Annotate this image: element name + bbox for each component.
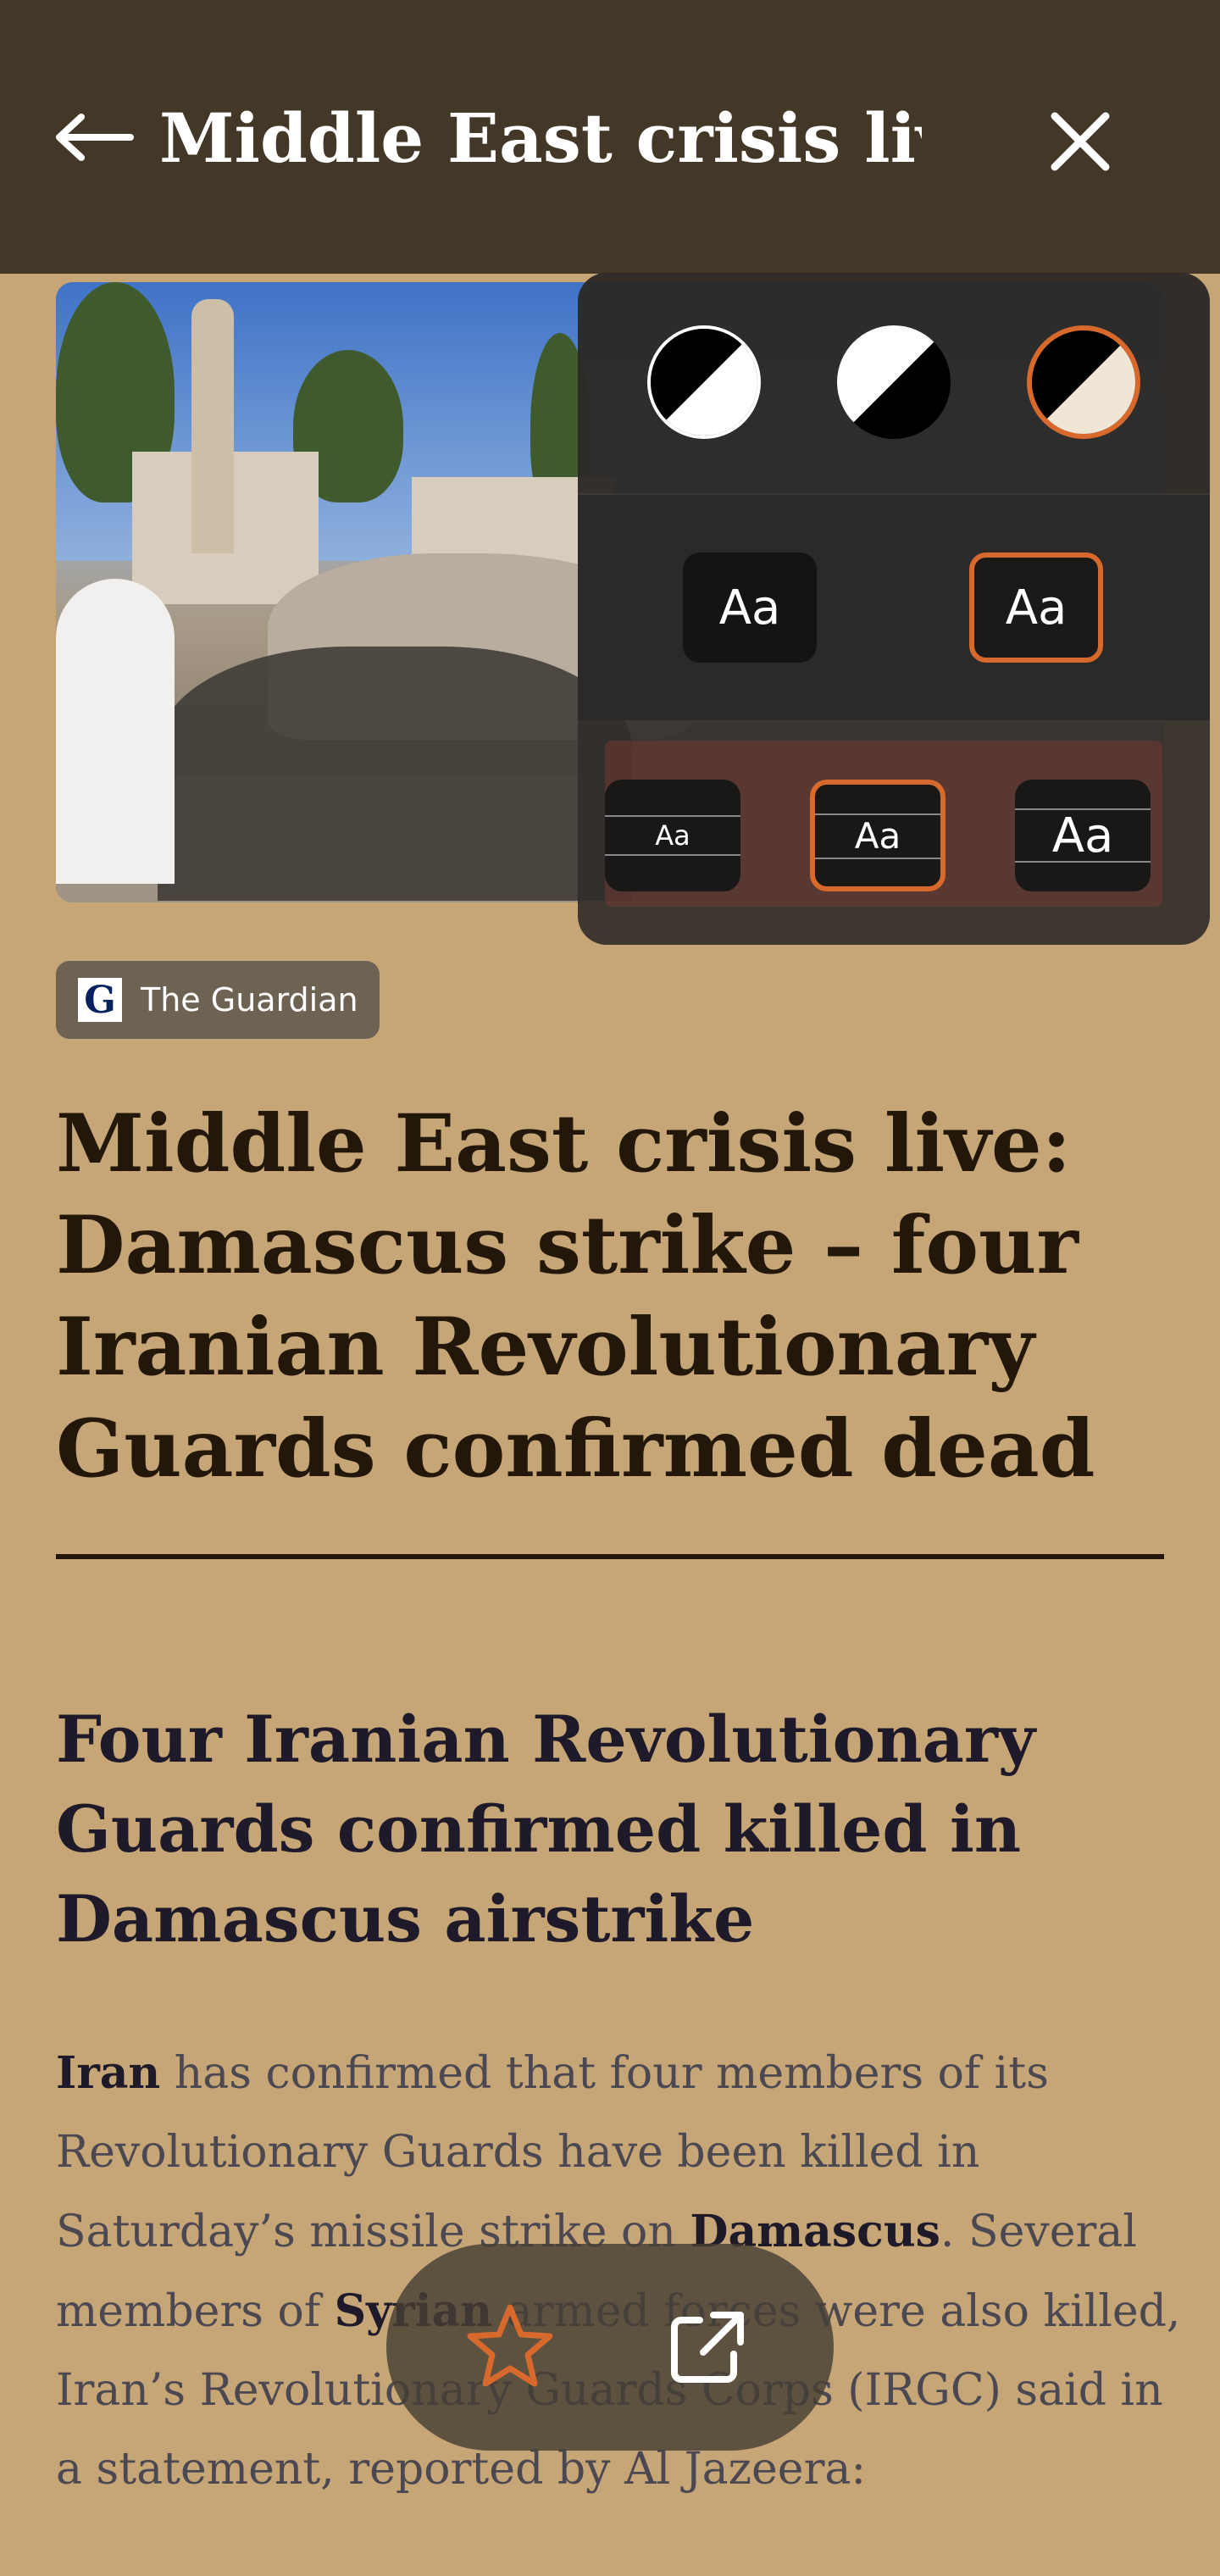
text-size-small-label: Aa [655, 819, 690, 852]
text-size-medium-label: Aa [854, 814, 901, 857]
text-size-large-label: Aa [1051, 808, 1114, 863]
font-option-1[interactable]: Aa [683, 552, 817, 663]
theme-selector [578, 273, 1210, 493]
star-outline-icon [467, 2304, 553, 2387]
close-button[interactable] [1042, 103, 1118, 180]
source-badge[interactable]: G The Guardian [56, 961, 380, 1039]
text-size-medium[interactable]: Aa [810, 780, 946, 891]
headline-divider [56, 1554, 1164, 1559]
top-app-bar: Middle East crisis liv... [0, 0, 1220, 274]
favorite-button[interactable] [459, 2296, 561, 2398]
guardian-logo-icon: G [78, 978, 122, 1022]
page-title: Middle East crisis liv... [159, 98, 922, 178]
open-external-button[interactable] [656, 2296, 757, 2398]
theme-dark-button[interactable] [647, 325, 761, 439]
article-headline: Middle East crisis live: Damascus strike… [56, 1097, 1095, 1496]
font-option-2[interactable]: Aa [969, 552, 1103, 663]
back-button[interactable] [53, 103, 137, 171]
text-size-selector: Aa Aa Aa [605, 741, 1162, 907]
theme-sepia-icon [1032, 330, 1135, 434]
text-size-large[interactable]: Aa [1015, 780, 1151, 891]
link-iran[interactable]: Iran [56, 2047, 160, 2099]
theme-light-icon [837, 325, 951, 439]
source-name: The Guardian [141, 981, 358, 1019]
theme-dark-icon [651, 329, 757, 436]
theme-sepia-button[interactable] [1027, 325, 1140, 439]
arrow-left-icon [56, 114, 134, 161]
close-icon [1051, 112, 1110, 171]
text-size-small[interactable]: Aa [605, 780, 740, 891]
floating-action-bar [386, 2244, 834, 2451]
article-subheading: Four Iranian Revolutionary Guards confir… [56, 1702, 1036, 1957]
open-external-icon [671, 2312, 744, 2383]
font-selector: Aa Aa [578, 495, 1210, 720]
reader-settings-panel: Aa Aa Aa Aa Aa [578, 273, 1210, 945]
theme-light-button[interactable] [837, 325, 951, 439]
